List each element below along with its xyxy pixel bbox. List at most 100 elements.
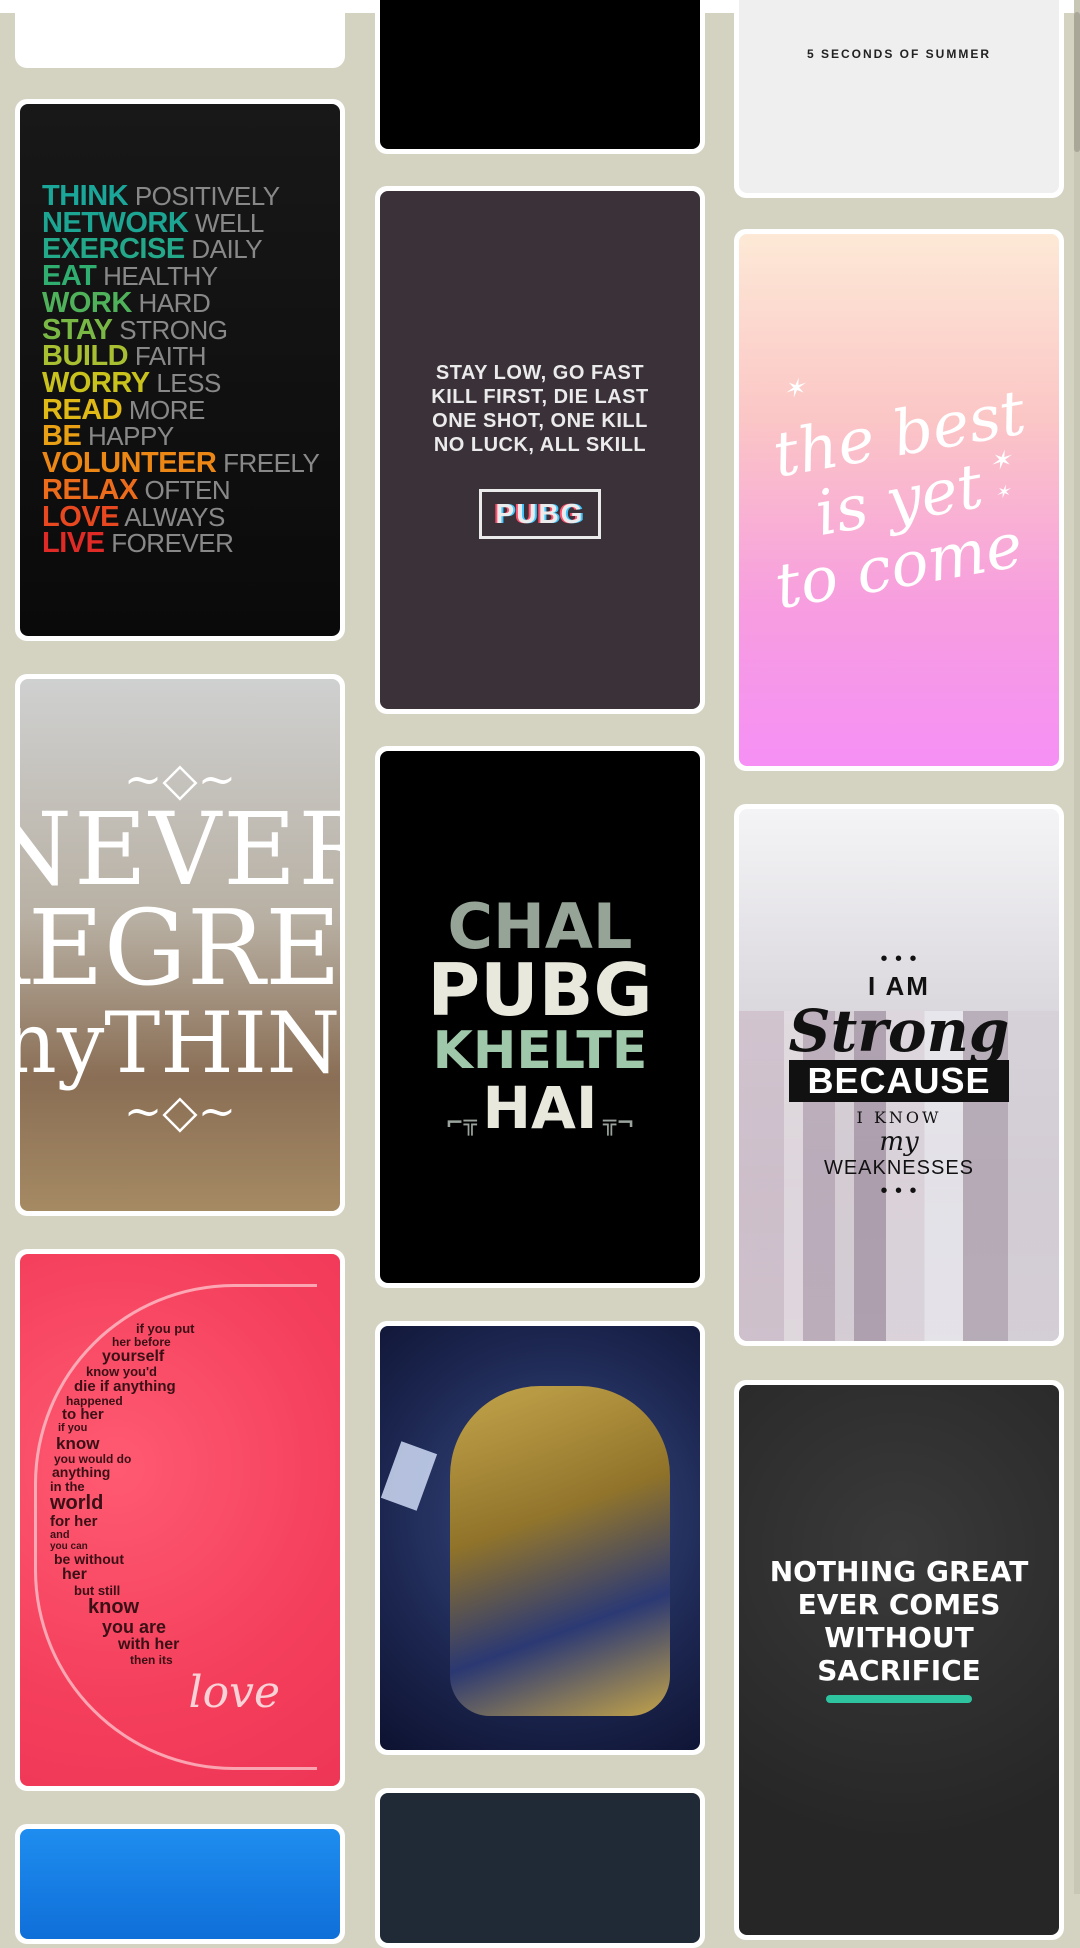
heart-text-line: yourself	[102, 1347, 165, 1365]
wallpaper-dark-slate	[380, 1793, 700, 1943]
think-row: THINK POSITIVELY	[42, 182, 319, 211]
think-row: BUILD FAITH	[42, 342, 319, 371]
think-row: VOLUNTEER FREELY	[42, 449, 320, 478]
my-text: my	[879, 1126, 919, 1157]
strong-text: Strong	[788, 996, 1010, 1065]
sacrifice-line: NOTHING GREAT	[769, 1555, 1029, 1588]
best-text-line3: to come	[769, 507, 1029, 624]
heart-text-line: if you put	[136, 1321, 195, 1337]
heart-text-line: be without	[54, 1551, 124, 1568]
pubg-logo: PUBG	[478, 489, 602, 539]
heart-text-line: you are	[102, 1617, 167, 1638]
wallpaper-chal-pubg: CHAL PUBG KHELTE ⌐╦ HAI ⌐╦	[380, 751, 700, 1283]
think-row: LOVE ALWAYS	[42, 502, 319, 531]
wallpaper-armored-soldier	[380, 1326, 700, 1750]
wallpaper-sacrifice: NOTHING GREAT EVER COMES WITHOUT SACRIFI…	[739, 1385, 1059, 1935]
heart-text-line: her before	[112, 1335, 171, 1349]
weaknesses-text: WEAKNESSES	[823, 1156, 975, 1179]
masonry-column-3: 5 SECONDS OF SUMMER ✶ ✶ ✶ the best is ye…	[734, 0, 1064, 1940]
wallpaper-card-sacrifice[interactable]: NOTHING GREAT EVER COMES WITHOUT SACRIFI…	[734, 1380, 1064, 1940]
think-rows: THINK POSITIVELY NETWORK WELL EXERCISE DAI…	[42, 182, 320, 560]
wallpaper-card-armored-soldier[interactable]	[375, 1321, 705, 1755]
heart-text-line: and	[50, 1529, 70, 1542]
think-row-light: DAILY	[184, 234, 263, 265]
scrollbar-thumb[interactable]	[1074, 12, 1080, 152]
heart-text-line: in the	[50, 1478, 85, 1494]
heart-text-line: with her	[118, 1636, 180, 1654]
brush-underline	[826, 1695, 972, 1703]
band-name: 5 SECONDS OF SUMMER	[806, 47, 991, 61]
hai-text: HAI	[482, 1074, 598, 1142]
pubg-quote-line: STAY LOW, GO FAST	[435, 362, 645, 384]
heart-text-line: anything	[52, 1464, 111, 1481]
wallpaper-card-never-regret[interactable]: ~◇~ NEVER REGRET anyTHING ~◇~	[15, 674, 345, 1216]
wallpaper-card-think-positively[interactable]: THINK POSITIVELY NETWORK WELL EXERCISE DAI…	[15, 99, 345, 641]
star-icon: ✶	[995, 482, 1011, 503]
soldier-figure	[450, 1386, 670, 1716]
wallpaper-heart-love: if you put her before yourself know you'd di…	[20, 1254, 340, 1786]
wallpaper-black	[380, 0, 700, 149]
dots-top: • • •	[880, 947, 918, 970]
heart-text-line: for her	[50, 1513, 98, 1531]
heart-text-line: know	[88, 1596, 140, 1619]
heart-text-line: but still	[74, 1582, 121, 1598]
heart-text-line: if you	[58, 1422, 88, 1435]
masonry-column-2: STAY LOW, GO FAST KILL FIRST, DIE LAST O…	[375, 0, 705, 1948]
masonry-column-1: THINK POSITIVELY NETWORK WELL EXERCISE DAI…	[15, 0, 345, 1944]
heart-text-line: her	[62, 1565, 87, 1583]
scrollbar-track[interactable]	[1074, 0, 1080, 1894]
wallpaper-card-5sos[interactable]: 5 SECONDS OF SUMMER	[734, 0, 1064, 198]
think-row: EXERCISE DAILY	[42, 234, 319, 265]
khelte-text: KHELTE	[432, 1021, 648, 1081]
ornament-bottom: ~◇~	[123, 1084, 237, 1138]
think-row-light: OFTEN	[137, 474, 231, 505]
think-row: EAT HEALTHY	[42, 262, 319, 291]
wallpaper-card-chal-pubg[interactable]: CHAL PUBG KHELTE ⌐╦ HAI ⌐╦	[375, 746, 705, 1288]
wallpaper-card-blue[interactable]	[15, 1824, 345, 1944]
think-row-bold: LIVE	[42, 527, 105, 560]
wallpaper-blue-gradient	[20, 1829, 340, 1939]
think-row-light: HARD	[131, 287, 211, 318]
think-row-light: FOREVER	[104, 528, 234, 559]
heart-text-line: world	[50, 1492, 104, 1515]
pistol-icon: ⌐╦	[603, 1111, 635, 1136]
sacrifice-line: SACRIFICE	[817, 1654, 981, 1687]
regret-text: REGRET	[20, 887, 340, 1009]
wallpaper-pubg-quote: STAY LOW, GO FAST KILL FIRST, DIE LAST O…	[380, 191, 700, 709]
wallpaper-card-heart-love[interactable]: if you put her before yourself know you'd di…	[15, 1249, 345, 1791]
heart-text-lines: if you put her before yourself know you'd di…	[50, 1322, 195, 1666]
pubg-quote-line: NO LUCK, ALL SKILL	[433, 434, 647, 456]
pistol-icon: ⌐╦	[445, 1111, 477, 1136]
i-know-text: I KNOW	[856, 1107, 942, 1127]
heart-text-line: to her	[62, 1406, 104, 1424]
wallpaper-card-i-am-strong[interactable]: • • • I AM Strong BECAUSE I KNOW my WEAK…	[734, 804, 1064, 1346]
pubg-quote-line: KILL FIRST, DIE LAST	[431, 386, 649, 408]
dots-bottom: • • •	[880, 1179, 918, 1202]
wallpaper-card-dark-partial[interactable]	[375, 1788, 705, 1948]
because-text: BECAUSE	[788, 1059, 1010, 1102]
sacrifice-line: EVER COMES	[797, 1588, 1001, 1621]
wallpaper-card-partial-top[interactable]	[15, 0, 345, 68]
pubg-text: PUBG	[427, 948, 653, 1032]
wallpaper-think-positively: THINK POSITIVELY NETWORK WELL EXERCISE DAI…	[20, 104, 340, 636]
think-row: LIVE FOREVER	[42, 527, 319, 560]
sacrifice-line: WITHOUT	[824, 1621, 974, 1654]
wallpaper-5sos: 5 SECONDS OF SUMMER	[739, 0, 1059, 193]
think-row: BE HAPPY	[42, 422, 319, 451]
never-text: NEVER	[20, 791, 340, 908]
think-row-light: LESS	[149, 368, 221, 398]
think-row: RELAX OFTEN	[42, 474, 319, 505]
wallpaper-card-best-yet-to-come[interactable]: ✶ ✶ ✶ the best is yet to come	[734, 229, 1064, 771]
heart-text-line: then its	[130, 1653, 173, 1668]
pubg-quote-line: ONE SHOT, ONE KILL	[432, 410, 648, 432]
think-row: STAY STRONG	[42, 315, 319, 344]
anything-text: anyTHING	[20, 994, 340, 1092]
wallpaper-card-black-top[interactable]	[375, 0, 705, 154]
star-icon: ✶	[783, 374, 805, 404]
think-row: READ MORE	[42, 395, 319, 424]
think-row: WORK HARD	[42, 287, 319, 318]
heart-text-line: know	[56, 1433, 100, 1453]
wallpaper-i-am-strong: • • • I AM Strong BECAUSE I KNOW my WEAK…	[739, 809, 1059, 1341]
wallpaper-card-pubg-quote[interactable]: STAY LOW, GO FAST KILL FIRST, DIE LAST O…	[375, 186, 705, 714]
wallpaper-never-regret: ~◇~ NEVER REGRET anyTHING ~◇~	[20, 679, 340, 1211]
